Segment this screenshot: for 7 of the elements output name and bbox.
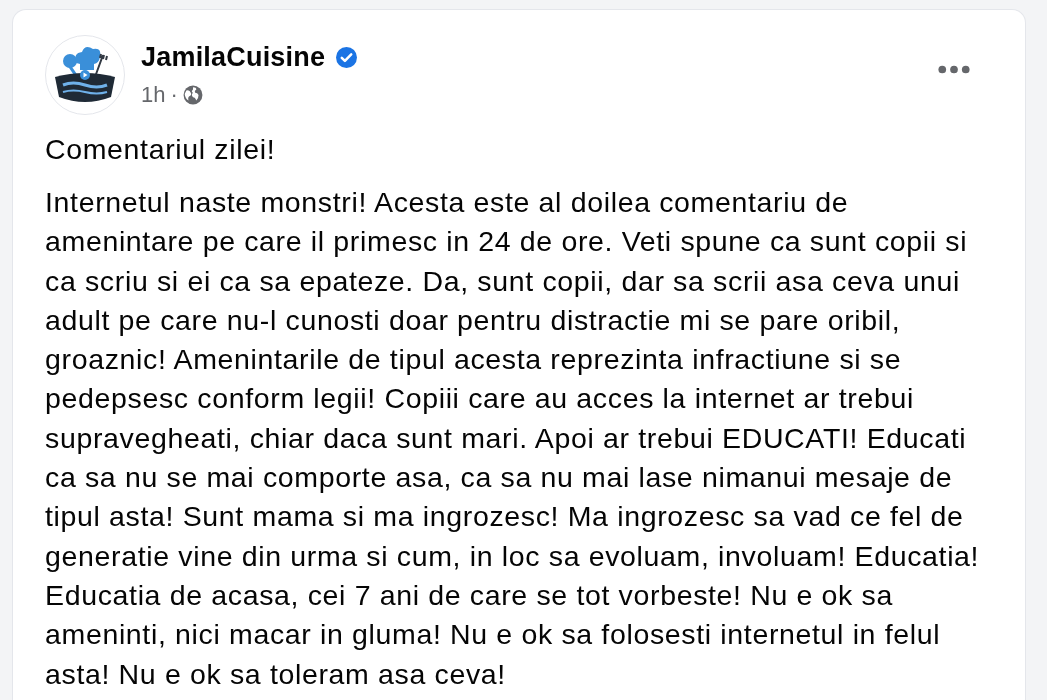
more-icon <box>938 65 970 74</box>
globe-icon[interactable] <box>182 85 203 105</box>
post-time-link[interactable]: 1h <box>141 81 166 109</box>
separator-dot: · <box>170 81 178 109</box>
post-body-text: Internetul naste monstri! Acesta este al doilea comentariu de amenintare pe care il primesc in 24 de ore. Veti spune ca sunt copii si ca scriu si ei ca sa epateze. Da, sunt copii, dar sa scrii asa ceva unui adult pe care nu-l cunosti doar pentru distractie mi se pare oribil, groaznic! Amenintarile de tipul acesta reprezinta infractiune si se pedepsesc conform legii! Copiii care au acces la internet ar trebui supravegheati, chiar daca sunt mari. Apoi ar trebui EDUCATI! Educati ca sa nu se mai comporte asa, ca sa nu mai lase nimanui mesaje de tipul asta! Sunt mama si ma ingrozesc! Ma ingrozesc sa vad ce fel de generatie vine din urma si cum, in loc sa evoluam, involuam! Educatia! Educatia de acasa, cei 7 ani de care se tot vorbeste! Nu e ok sa ameninti, nici macar in gluma! Nu e ok sa folosesti internetul in felul asta! Nu e ok sa toleram asa ceva! <box>45 185 981 692</box>
author-name-link[interactable]: JamilaCuisine <box>141 41 326 73</box>
post-title-text: Comentariul zilei! <box>45 132 277 167</box>
